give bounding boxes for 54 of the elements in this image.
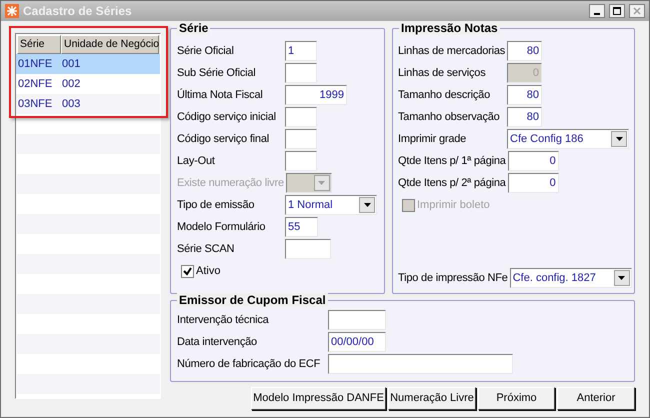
input-field[interactable]: 0 <box>508 151 559 171</box>
field-label: Qtde Itens p/ 1ª página <box>398 154 507 169</box>
field-label: Série SCAN <box>177 242 236 257</box>
dialog-button[interactable]: Modelo Impressão DANFE <box>251 387 386 410</box>
field-label: Qtde Itens p/ 2ª página <box>398 176 507 191</box>
checkbox-label: Imprimir boleto <box>417 198 490 213</box>
field-label: Sub Série Oficial <box>177 66 257 81</box>
dropdown[interactable]: 1 Normal <box>285 195 377 215</box>
group-title: Impressão Notas <box>399 21 500 35</box>
field-label: Modelo Formulário <box>177 220 266 235</box>
field-label: Intervenção técnica <box>177 312 270 328</box>
dialog-button[interactable]: Próximo <box>478 387 555 410</box>
field-label: Tipo de emissão <box>177 198 256 213</box>
column-header[interactable]: Série <box>17 35 61 54</box>
table-cell-text: 02NFE <box>17 76 54 92</box>
input-field[interactable]: 80 <box>507 85 542 105</box>
field-label: Tamanho observação <box>398 110 501 125</box>
input-field[interactable]: 55 <box>285 217 318 237</box>
input-field[interactable]: 80 <box>507 107 542 127</box>
dialog-button[interactable]: Anterior <box>557 387 635 410</box>
field-label: Código serviço inicial <box>177 110 277 125</box>
table-cell-text: 001 <box>61 56 82 72</box>
field-label: Número de fabricação do ECF <box>177 356 322 372</box>
list-row[interactable]: 01NFE 001 <box>16 54 160 74</box>
field-label: Existe numeração livre <box>177 176 285 191</box>
dialog-button[interactable]: Numeração Livre <box>388 387 476 410</box>
table-cell-text: 002 <box>61 76 82 92</box>
field-label: Série Oficial <box>177 44 235 59</box>
dropdown[interactable]: Cfe. config. 1827 <box>510 268 632 288</box>
checkbox-label: Ativo <box>196 264 220 279</box>
series-list[interactable]: Série Unidade de Negócio 01NFE 001 02NFE 002 03NFE 003 <box>15 33 161 399</box>
dropdown[interactable]: Cfe Config 186 <box>507 129 629 149</box>
field-label: Tamanho descrição <box>398 88 491 103</box>
group-title: Série <box>177 21 210 35</box>
table-cell-text: 01NFE <box>17 56 54 72</box>
column-header[interactable]: Unidade de Negócio <box>61 35 159 54</box>
input-field[interactable]: 1 <box>285 41 317 61</box>
input-field[interactable]: 80 <box>507 41 542 61</box>
field-label: Código serviço final <box>177 132 270 147</box>
group-title: Emissor de Cupom Fiscal <box>177 293 328 307</box>
input-field[interactable]: 1999 <box>285 85 347 105</box>
field-label: Linhas de serviços <box>398 66 487 81</box>
table-cell-text: 03NFE <box>17 96 54 112</box>
field-label: Data intervenção <box>177 334 258 350</box>
field-label: Linhas de mercadorias <box>398 44 506 59</box>
field-label: Tipo de impressão NFe <box>398 270 509 286</box>
field-label: Lay-Out <box>177 154 216 169</box>
list-row[interactable]: 03NFE 003 <box>16 94 160 114</box>
field-label: Imprimir grade <box>398 132 468 147</box>
table-cell-text: 003 <box>61 96 82 112</box>
input-field[interactable]: 0 <box>508 173 559 193</box>
field-label: Última Nota Fiscal <box>177 88 264 103</box>
input-field[interactable]: 00/00/00 <box>328 332 386 352</box>
window-title: Cadastro de Séries <box>23 3 133 20</box>
